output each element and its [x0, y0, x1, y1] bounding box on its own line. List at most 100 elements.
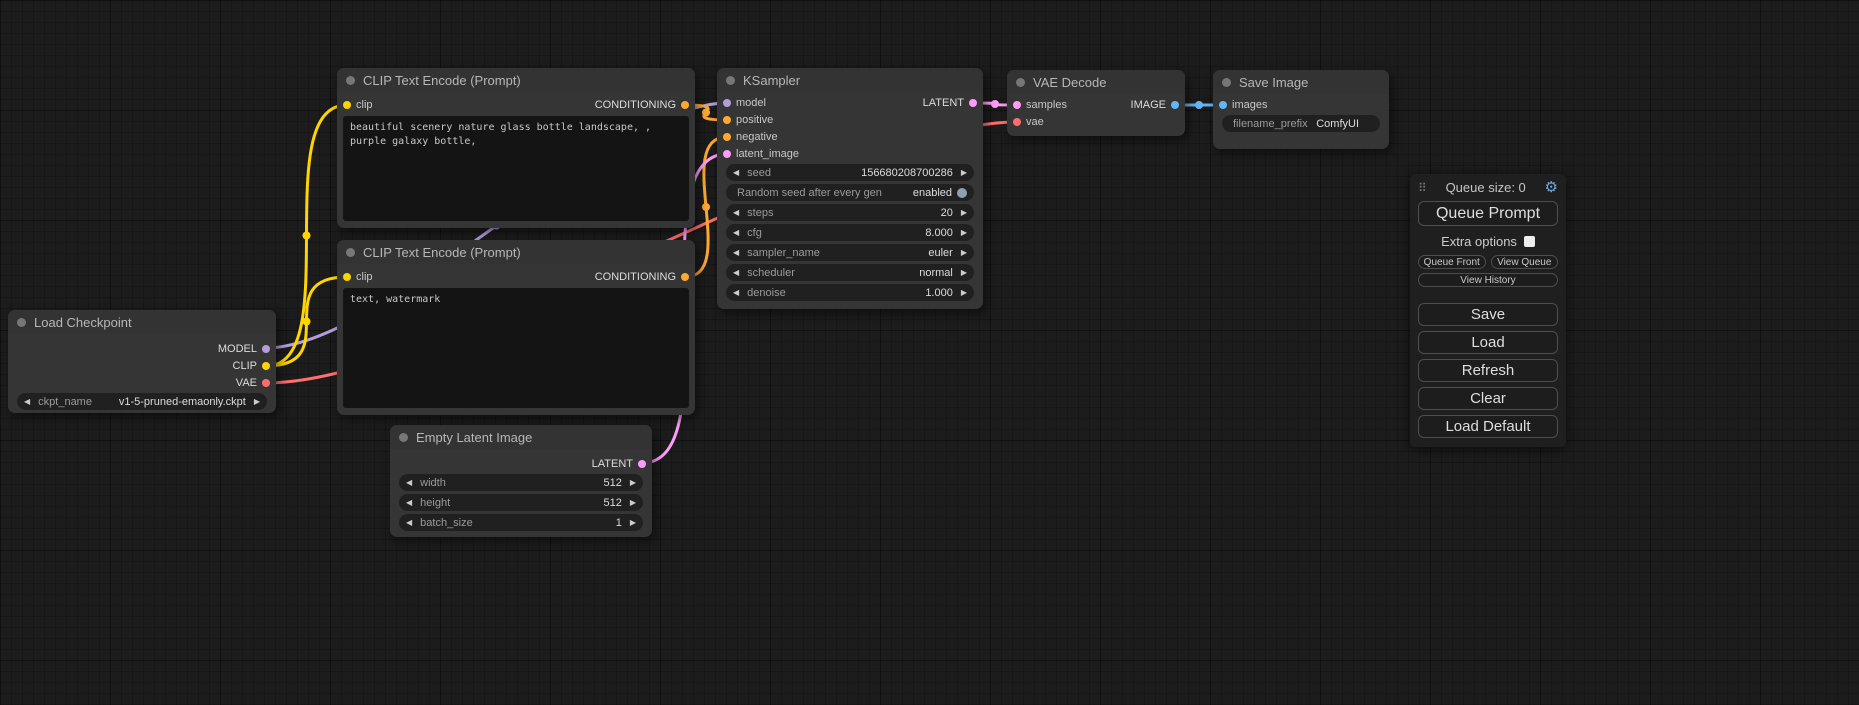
input-dot-model[interactable] — [723, 99, 731, 107]
prompt-textarea[interactable]: beautiful scenery nature glass bottle la… — [343, 116, 689, 221]
input-dot-negative[interactable] — [723, 133, 731, 141]
collapse-dot[interactable] — [726, 76, 735, 85]
increment-arrow-icon[interactable]: ▶ — [630, 519, 636, 527]
decrement-arrow-icon[interactable]: ◀ — [733, 269, 739, 277]
slot-row: model LATENT — [717, 94, 983, 111]
increment-arrow-icon[interactable]: ▶ — [961, 229, 967, 237]
prompt-textarea[interactable]: text, watermark — [343, 288, 689, 408]
decrement-arrow-icon[interactable]: ◀ — [733, 209, 739, 217]
widget-width[interactable]: ◀ width 512 ▶ — [399, 474, 643, 491]
collapse-dot[interactable] — [1016, 78, 1025, 87]
increment-arrow-icon[interactable]: ▶ — [630, 479, 636, 487]
node-title-bar[interactable]: Load Checkpoint — [8, 310, 276, 334]
output-dot-clip[interactable] — [262, 362, 270, 370]
comfyui-canvas[interactable]: { "colors": { "model": "#B39DDB", "clip"… — [0, 0, 1859, 705]
toggle-dot[interactable] — [957, 188, 967, 198]
queue-prompt-button[interactable]: Queue Prompt — [1418, 201, 1558, 226]
collapse-dot[interactable] — [1222, 78, 1231, 87]
decrement-arrow-icon[interactable]: ◀ — [24, 398, 30, 406]
increment-arrow-icon[interactable]: ▶ — [254, 398, 260, 406]
node-title-bar[interactable]: KSampler — [717, 68, 983, 92]
decrement-arrow-icon[interactable]: ◀ — [406, 479, 412, 487]
widget-height[interactable]: ◀ height 512 ▶ — [399, 494, 643, 511]
output-label-model: MODEL — [218, 343, 257, 355]
node-clip-text-encode-negative[interactable]: CLIP Text Encode (Prompt) clip CONDITION… — [337, 240, 695, 415]
decrement-arrow-icon[interactable]: ◀ — [406, 519, 412, 527]
increment-arrow-icon[interactable]: ▶ — [961, 289, 967, 297]
decrement-arrow-icon[interactable]: ◀ — [733, 249, 739, 257]
queue-front-button[interactable]: Queue Front — [1418, 255, 1486, 269]
widget-label: cfg — [747, 227, 762, 239]
load-default-button[interactable]: Load Default — [1418, 415, 1558, 438]
widget-label: sampler_name — [747, 247, 820, 259]
output-dot-latent[interactable] — [638, 460, 646, 468]
load-button[interactable]: Load — [1418, 331, 1558, 354]
node-save-image[interactable]: Save Image images filename_prefix ComfyU… — [1213, 70, 1389, 149]
node-empty-latent-image[interactable]: Empty Latent Image LATENT ◀ width 512 ▶ … — [390, 425, 652, 537]
widget-value: normal — [919, 267, 953, 279]
save-button[interactable]: Save — [1418, 303, 1558, 326]
widget-sampler-name[interactable]: ◀ sampler_name euler ▶ — [726, 244, 974, 261]
extra-options-checkbox[interactable] — [1524, 236, 1535, 247]
collapse-dot[interactable] — [346, 248, 355, 257]
input-dot-clip[interactable] — [343, 273, 351, 281]
decrement-arrow-icon[interactable]: ◀ — [733, 289, 739, 297]
node-clip-text-encode-positive[interactable]: CLIP Text Encode (Prompt) clip CONDITION… — [337, 68, 695, 228]
widget-value: 512 — [603, 477, 621, 489]
settings-gear-icon[interactable]: ⚙ — [1545, 180, 1558, 195]
node-title-bar[interactable]: CLIP Text Encode (Prompt) — [337, 68, 695, 92]
widget-label: denoise — [747, 287, 786, 299]
drag-handle-icon[interactable]: ⠿ — [1418, 181, 1427, 195]
widget-steps[interactable]: ◀ steps 20 ▶ — [726, 204, 974, 221]
decrement-arrow-icon[interactable]: ◀ — [406, 499, 412, 507]
wire-midpoint-dot — [1195, 101, 1203, 109]
node-title-bar[interactable]: Empty Latent Image — [390, 425, 652, 449]
node-title-bar[interactable]: VAE Decode — [1007, 70, 1185, 94]
node-load-checkpoint[interactable]: Load Checkpoint MODEL CLIP VAE ◀ ckpt_na… — [8, 310, 276, 413]
widget-filename-prefix[interactable]: filename_prefix ComfyUI — [1222, 115, 1380, 132]
increment-arrow-icon[interactable]: ▶ — [630, 499, 636, 507]
output-dot-model[interactable] — [262, 345, 270, 353]
input-label-positive: positive — [736, 114, 773, 126]
widget-seed[interactable]: ◀ seed 156680208700286 ▶ — [726, 164, 974, 181]
refresh-button[interactable]: Refresh — [1418, 359, 1558, 382]
view-queue-button[interactable]: View Queue — [1491, 255, 1559, 269]
output-dot-conditioning[interactable] — [681, 101, 689, 109]
increment-arrow-icon[interactable]: ▶ — [961, 249, 967, 257]
widget-ckpt-name[interactable]: ◀ ckpt_name v1-5-pruned-emaonly.ckpt ▶ — [17, 393, 267, 410]
view-history-button[interactable]: View History — [1418, 273, 1558, 287]
collapse-dot[interactable] — [399, 433, 408, 442]
decrement-arrow-icon[interactable]: ◀ — [733, 169, 739, 177]
input-dot-images[interactable] — [1219, 101, 1227, 109]
collapse-dot[interactable] — [346, 76, 355, 85]
node-title: Load Checkpoint — [34, 315, 132, 330]
clear-button[interactable]: Clear — [1418, 387, 1558, 410]
output-dot-latent[interactable] — [969, 99, 977, 107]
widget-cfg[interactable]: ◀ cfg 8.000 ▶ — [726, 224, 974, 241]
output-dot-conditioning[interactable] — [681, 273, 689, 281]
queue-size-label: Queue size: 0 — [1446, 180, 1526, 195]
node-title-bar[interactable]: CLIP Text Encode (Prompt) — [337, 240, 695, 264]
input-dot-positive[interactable] — [723, 116, 731, 124]
increment-arrow-icon[interactable]: ▶ — [961, 209, 967, 217]
decrement-arrow-icon[interactable]: ◀ — [733, 229, 739, 237]
wire-midpoint-dot — [303, 232, 311, 240]
collapse-dot[interactable] — [17, 318, 26, 327]
increment-arrow-icon[interactable]: ▶ — [961, 269, 967, 277]
input-dot-samples[interactable] — [1013, 101, 1021, 109]
input-dot-clip[interactable] — [343, 101, 351, 109]
input-dot-vae[interactable] — [1013, 118, 1021, 126]
widget-scheduler[interactable]: ◀ scheduler normal ▶ — [726, 264, 974, 281]
output-dot-vae[interactable] — [262, 379, 270, 387]
node-title: Save Image — [1239, 75, 1308, 90]
increment-arrow-icon[interactable]: ▶ — [961, 169, 967, 177]
node-title-bar[interactable]: Save Image — [1213, 70, 1389, 94]
node-vae-decode[interactable]: VAE Decode samples IMAGE vae — [1007, 70, 1185, 136]
widget-label: batch_size — [420, 517, 473, 529]
output-dot-image[interactable] — [1171, 101, 1179, 109]
widget-denoise[interactable]: ◀ denoise 1.000 ▶ — [726, 284, 974, 301]
input-dot-latent-image[interactable] — [723, 150, 731, 158]
node-ksampler[interactable]: KSampler model LATENT positive negative … — [717, 68, 983, 309]
widget-random-seed-toggle[interactable]: Random seed after every gen enabled — [726, 184, 974, 201]
widget-batch-size[interactable]: ◀ batch_size 1 ▶ — [399, 514, 643, 531]
